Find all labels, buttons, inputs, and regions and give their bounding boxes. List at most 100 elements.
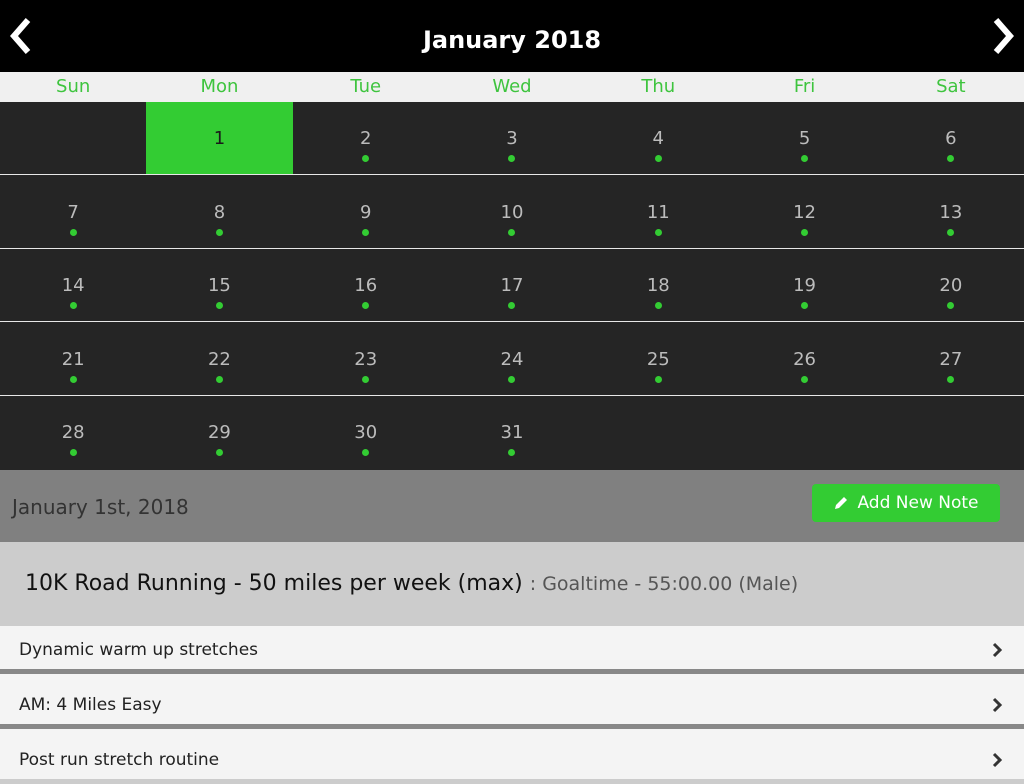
weekday-label: Wed — [492, 76, 532, 97]
event-indicator-dot — [69, 229, 77, 236]
calendar-day-15[interactable]: 15 — [146, 249, 292, 321]
workout-item[interactable]: Post run stretch routine — [0, 736, 1024, 784]
calendar-day-14[interactable]: 14 — [0, 249, 146, 321]
calendar-day-17[interactable]: 17 — [439, 249, 585, 321]
day-number: 5 — [798, 128, 811, 149]
calendar-week-row: 28 29 30 31 — [0, 396, 1024, 469]
event-indicator-dot — [508, 229, 516, 236]
calendar-day-10[interactable]: 10 — [439, 176, 585, 248]
calendar-day-8[interactable]: 8 — [146, 176, 292, 248]
calendar-day-22[interactable]: 22 — [146, 323, 292, 395]
calendar-day-26[interactable]: 26 — [731, 323, 877, 395]
selected-date-label: January 1st, 2018 — [12, 495, 189, 519]
chevron-right-icon — [993, 18, 1014, 54]
calendar-day-1[interactable]: 1 — [146, 102, 293, 174]
day-number: 26 — [793, 349, 816, 370]
calendar-day-30[interactable]: 30 — [293, 396, 439, 469]
chevron-right-icon — [992, 642, 1003, 658]
event-indicator-dot — [801, 229, 809, 236]
calendar-week-row: 1 2 3 4 5 6 — [0, 102, 1024, 175]
day-number: 14 — [61, 275, 85, 296]
day-number: 28 — [61, 422, 85, 443]
event-indicator-dot — [508, 302, 516, 309]
workout-item[interactable]: Dynamic warm up stretches — [0, 626, 1024, 674]
event-indicator-dot — [69, 302, 77, 309]
event-indicator-dot — [69, 449, 77, 456]
calendar-day-18[interactable]: 18 — [585, 249, 731, 321]
event-indicator-dot — [215, 449, 223, 456]
calendar-day-21[interactable]: 21 — [0, 323, 146, 395]
day-number: 21 — [61, 349, 85, 370]
calendar-week-row: 7 8 9 10 11 12 13 — [0, 176, 1024, 249]
calendar-day-28[interactable]: 28 — [0, 396, 146, 469]
calendar-day-7[interactable]: 7 — [0, 176, 146, 248]
calendar-day-13[interactable]: 13 — [878, 176, 1024, 248]
event-indicator-dot — [654, 302, 662, 309]
chevron-right-icon — [992, 697, 1003, 713]
event-indicator-dot — [508, 155, 516, 162]
day-number: 8 — [213, 202, 226, 223]
workout-item[interactable]: AM: 4 Miles Easy — [0, 681, 1024, 729]
next-month-button[interactable] — [984, 14, 1020, 58]
calendar-day-2[interactable]: 2 — [293, 102, 439, 174]
event-indicator-dot — [801, 376, 809, 383]
event-indicator-dot — [508, 449, 516, 456]
calendar-day-23[interactable]: 23 — [293, 323, 439, 395]
workout-label: Post run stretch routine — [19, 750, 220, 770]
calendar-day-11[interactable]: 11 — [585, 176, 731, 248]
pencil-icon — [835, 497, 848, 509]
day-number: 24 — [500, 349, 524, 370]
calendar-day-24[interactable]: 24 — [439, 323, 585, 395]
day-number: 11 — [646, 202, 670, 223]
calendar-day-31[interactable]: 31 — [439, 396, 585, 469]
calendar-week-row: 14 15 16 17 18 19 20 — [0, 249, 1024, 322]
calendar-day-19[interactable]: 19 — [731, 249, 877, 321]
event-indicator-dot — [362, 449, 370, 456]
event-indicator-dot — [362, 302, 370, 309]
event-indicator-dot — [947, 229, 955, 236]
day-number: 2 — [359, 128, 372, 149]
event-indicator-dot — [215, 302, 223, 309]
calendar-empty-cell — [585, 396, 731, 469]
day-number: 12 — [793, 202, 816, 223]
month-title: January 2018 — [422, 26, 602, 54]
day-number: 25 — [646, 349, 670, 370]
event-indicator-dot — [801, 302, 809, 309]
calendar-day-20[interactable]: 20 — [878, 249, 1024, 321]
calendar-day-16[interactable]: 16 — [293, 249, 439, 321]
calendar-grid: 1 2 3 4 5 6 7 8 9 10 11 12 13 14 15 16 17 18 19 20 21 22 23 24 2… — [0, 102, 1024, 470]
weekday-label: Mon — [200, 76, 239, 97]
calendar-day-4[interactable]: 4 — [585, 102, 731, 174]
calendar-day-25[interactable]: 25 — [585, 323, 731, 395]
day-number: 29 — [207, 422, 231, 443]
day-number: 22 — [207, 349, 231, 370]
day-number: 7 — [67, 202, 79, 223]
day-number: 18 — [646, 275, 670, 296]
calendar-day-6[interactable]: 6 — [878, 102, 1024, 174]
calendar-empty-cell — [0, 102, 146, 174]
event-indicator-dot — [654, 155, 662, 162]
event-indicator-dot — [69, 376, 77, 383]
calendar-day-5[interactable]: 5 — [731, 102, 877, 174]
calendar-day-29[interactable]: 29 — [146, 396, 292, 469]
add-new-note-button[interactable]: Add New Note — [812, 484, 1000, 522]
calendar-empty-cell — [731, 396, 877, 469]
event-indicator-dot — [947, 155, 955, 162]
calendar-day-9[interactable]: 9 — [293, 176, 439, 248]
day-number: 3 — [506, 128, 518, 149]
calendar-day-12[interactable]: 12 — [731, 176, 877, 248]
event-indicator-dot — [801, 155, 809, 162]
calendar-empty-cell — [878, 396, 1024, 469]
add-new-note-label: Add New Note — [857, 493, 979, 513]
day-number: 15 — [207, 275, 231, 296]
day-number: 4 — [652, 128, 664, 149]
calendar-header: January 2018 — [0, 0, 1024, 72]
day-number: 20 — [939, 275, 963, 296]
event-indicator-dot — [947, 376, 955, 383]
day-number: 10 — [500, 202, 524, 223]
weekday-label: Fri — [793, 76, 816, 97]
event-indicator-dot — [508, 376, 516, 383]
workout-label: Dynamic warm up stretches — [19, 640, 259, 660]
calendar-day-3[interactable]: 3 — [439, 102, 585, 174]
calendar-day-27[interactable]: 27 — [878, 323, 1024, 395]
